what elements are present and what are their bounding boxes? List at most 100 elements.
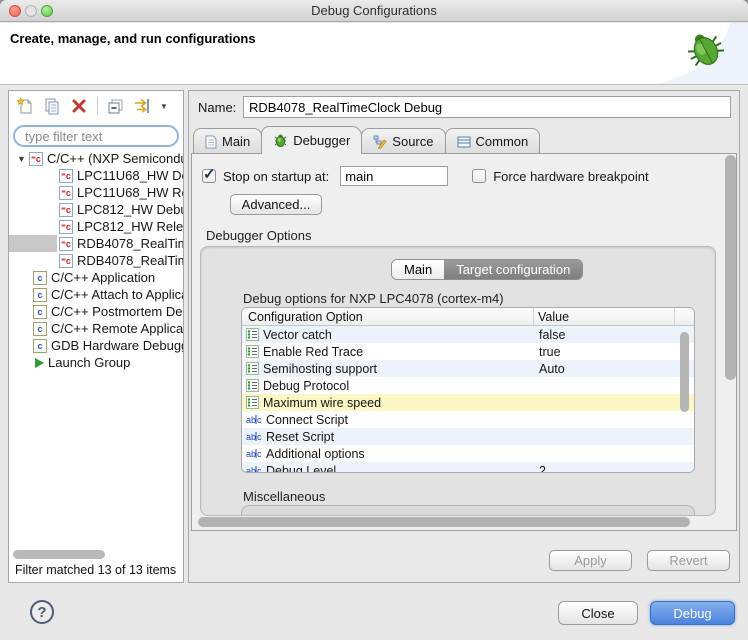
sidebar-toolbar: ▼ — [9, 91, 183, 121]
configurations-sidebar: ▼ ▼ ⁼c C/C++ (NXP Semicondu ⁼c LPC11U68_… — [8, 90, 184, 583]
enum-option-icon — [246, 396, 259, 409]
svg-text:ab: ab — [246, 432, 256, 442]
advanced-button[interactable]: Advanced... — [230, 194, 322, 215]
tab-content-horizontal-scrollbar[interactable] — [198, 517, 690, 527]
cpp-nxp-launch-icon: ⁼c — [59, 236, 73, 251]
filter-status-text: Filter matched 13 of 13 items — [15, 563, 177, 577]
tree-item[interactable]: c C/C++ Remote Applicat — [9, 320, 183, 337]
launch-group-icon — [35, 357, 44, 368]
tree-item[interactable]: ⁼c LPC812_HW Debug — [9, 201, 183, 218]
enum-option-icon — [246, 379, 259, 392]
debugger-options-label: Debugger Options — [206, 228, 312, 243]
filter-menu-arrow-icon[interactable]: ▼ — [160, 102, 168, 111]
name-label: Name: — [198, 100, 237, 115]
header-banner: Create, manage, and run configurations — [0, 23, 748, 85]
duplicate-configuration-icon[interactable] — [41, 95, 63, 117]
tree-item-cpp-nxp[interactable]: ▼ ⁼c C/C++ (NXP Semicondu — [9, 150, 183, 167]
svg-text:c: c — [257, 432, 262, 442]
miscellaneous-group — [241, 505, 695, 515]
debug-button[interactable]: Debug — [650, 601, 735, 625]
table-row[interactable]: ab c Additional options — [242, 445, 694, 462]
segment-main[interactable]: Main — [392, 260, 445, 279]
options-segmented-control: Main Target configuration — [391, 259, 584, 280]
tab-debugger[interactable]: Debugger — [261, 126, 363, 154]
column-configuration-option[interactable]: Configuration Option — [242, 308, 534, 325]
enum-option-icon — [246, 345, 259, 358]
tab-common[interactable]: Common — [444, 128, 541, 154]
delete-configuration-icon[interactable] — [68, 95, 90, 117]
help-button[interactable]: ? — [30, 600, 54, 624]
column-value[interactable]: Value — [534, 308, 675, 325]
new-configuration-icon[interactable] — [14, 95, 36, 117]
title-bar[interactable]: Debug Configurations — [0, 0, 748, 22]
debugger-options-group: Main Target configuration Debug options … — [200, 246, 716, 516]
svg-text:c: c — [257, 415, 262, 425]
tree-item-selected[interactable]: ⁼c RDB4078_RealTimeCl — [9, 235, 183, 252]
banner-heading: Create, manage, and run configurations — [10, 31, 256, 46]
table-vertical-scrollbar[interactable] — [680, 332, 689, 412]
force-hw-breakpoint-label: Force hardware breakpoint — [493, 168, 649, 184]
tree-item[interactable]: ⁼c LPC812_HW Release — [9, 218, 183, 235]
revert-button[interactable]: Revert — [647, 550, 730, 571]
debugger-tab-content: Stop on startup at: Force hardware break… — [191, 153, 737, 531]
svg-text:c: c — [257, 449, 262, 459]
configurations-tree: ▼ ⁼c C/C++ (NXP Semicondu ⁼c LPC11U68_HW… — [9, 150, 183, 544]
cpp-nxp-launch-icon: ⁼c — [59, 219, 73, 234]
cpp-nxp-launch-icon: ⁼c — [29, 151, 43, 166]
cpp-nxp-launch-icon: ⁼c — [59, 202, 73, 217]
table-row[interactable]: Vector catch false — [242, 326, 694, 343]
table-row[interactable]: Debug Protocol — [242, 377, 694, 394]
name-input[interactable] — [243, 96, 731, 118]
tree-item[interactable]: c C/C++ Postmortem Deb — [9, 303, 183, 320]
text-option-icon: ab c — [246, 415, 262, 425]
text-option-icon: ab c — [246, 432, 262, 442]
tree-item[interactable]: ⁼c LPC11U68_HW Debug — [9, 167, 183, 184]
filter-input[interactable] — [13, 125, 179, 147]
cpp-app-icon: c — [33, 338, 47, 353]
table-row[interactable]: Enable Red Trace true — [242, 343, 694, 360]
collapse-all-icon[interactable] — [105, 95, 127, 117]
tree-item[interactable]: ⁼c RDB4078_RealTimeCl — [9, 252, 183, 269]
source-lookup-icon — [373, 135, 387, 149]
svg-text:ab: ab — [246, 449, 256, 459]
table-row-clipped[interactable]: ab c Debug Level 2 — [242, 462, 694, 473]
svg-text:c: c — [257, 466, 262, 473]
table-row-highlighted[interactable]: Maximum wire speed — [242, 394, 694, 411]
document-icon — [205, 135, 217, 148]
tree-item[interactable]: c C/C++ Application — [9, 269, 183, 286]
tree-item-launch-group[interactable]: Launch Group — [9, 354, 183, 371]
tree-item[interactable]: c GDB Hardware Debuggin — [9, 337, 183, 354]
tree-item[interactable]: c C/C++ Attach to Applica — [9, 286, 183, 303]
cpp-app-icon: c — [33, 287, 47, 302]
table-row[interactable]: ab c Connect Script — [242, 411, 694, 428]
chevron-expanded-icon[interactable]: ▼ — [17, 154, 29, 164]
debug-options-table: Configuration Option Value Vector catch … — [241, 307, 695, 473]
cpp-app-icon: c — [33, 321, 47, 336]
segment-target-configuration[interactable]: Target configuration — [444, 260, 583, 279]
filter-configurations-icon[interactable] — [132, 95, 154, 117]
miscellaneous-label: Miscellaneous — [243, 489, 326, 504]
enum-option-icon — [246, 328, 259, 341]
tab-main[interactable]: Main — [193, 128, 263, 154]
toolbar-separator — [97, 97, 98, 115]
stop-symbol-input[interactable] — [340, 166, 449, 186]
debug-configurations-dialog: Debug Configurations Create, manage, and… — [0, 0, 748, 640]
text-option-icon: ab c — [246, 466, 262, 473]
sidebar-horizontal-scrollbar[interactable] — [13, 550, 105, 559]
tab-source[interactable]: Source — [361, 128, 446, 154]
tree-item[interactable]: ⁼c LPC11U68_HW Releas — [9, 184, 183, 201]
table-row[interactable]: ab c Reset Script — [242, 428, 694, 445]
text-option-icon: ab c — [246, 449, 262, 459]
close-button[interactable]: Close — [558, 601, 638, 625]
apply-button[interactable]: Apply — [549, 550, 632, 571]
stop-on-startup-checkbox[interactable] — [202, 165, 216, 183]
cpp-app-icon: c — [33, 270, 47, 285]
table-header: Configuration Option Value — [242, 308, 694, 326]
tab-content-vertical-scrollbar[interactable] — [725, 155, 736, 380]
stop-on-startup-label: Stop on startup at: — [223, 168, 330, 184]
tab-bar: Main Debugger Source Common — [193, 126, 541, 154]
force-hw-breakpoint-checkbox[interactable] — [472, 169, 487, 183]
cpp-nxp-launch-icon: ⁼c — [59, 168, 73, 183]
bug-icon — [274, 134, 287, 147]
table-row[interactable]: Semihosting support Auto — [242, 360, 694, 377]
